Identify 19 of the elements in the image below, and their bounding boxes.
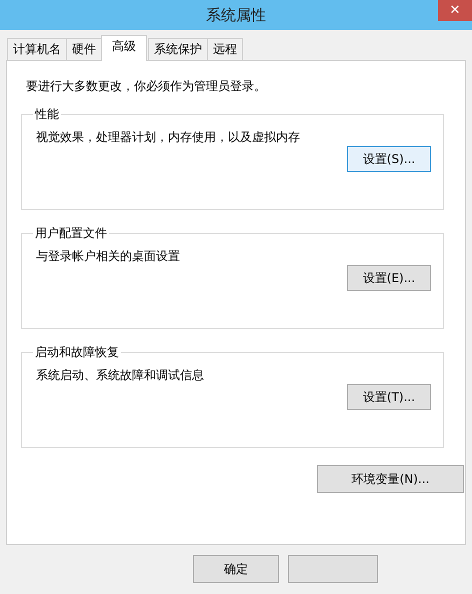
group-description: 视觉效果，处理器计划，内存使用，以及虚拟内存 xyxy=(36,129,301,146)
settings-button[interactable]: 设置(T)... xyxy=(347,384,431,410)
settings-button[interactable]: 设置(S)... xyxy=(347,146,431,172)
tab[interactable]: 远程 xyxy=(207,38,243,60)
tab[interactable]: 计算机名 xyxy=(7,38,67,60)
group-title: 启动和故障恢复 xyxy=(34,344,120,361)
close-button[interactable]: ✕ xyxy=(438,0,472,21)
group-title: 性能 xyxy=(34,106,60,123)
window-title: 系统属性 xyxy=(206,6,266,24)
tab[interactable]: 系统保护 xyxy=(148,38,208,60)
environment-variables-button[interactable]: 环境变量(N)... xyxy=(317,465,464,493)
notice-text: 要进行大多数更改，你必须作为管理员登录。 xyxy=(25,78,267,95)
group-description: 与登录帐户相关的桌面设置 xyxy=(36,248,181,265)
dialog-button[interactable] xyxy=(288,555,378,583)
tab[interactable]: 高级 xyxy=(101,35,147,61)
ok-button[interactable]: 确定 xyxy=(193,555,279,583)
settings-button[interactable]: 设置(E)... xyxy=(347,265,431,291)
group-description: 系统启动、系统故障和调试信息 xyxy=(36,367,205,384)
group-title: 用户配置文件 xyxy=(34,225,108,242)
